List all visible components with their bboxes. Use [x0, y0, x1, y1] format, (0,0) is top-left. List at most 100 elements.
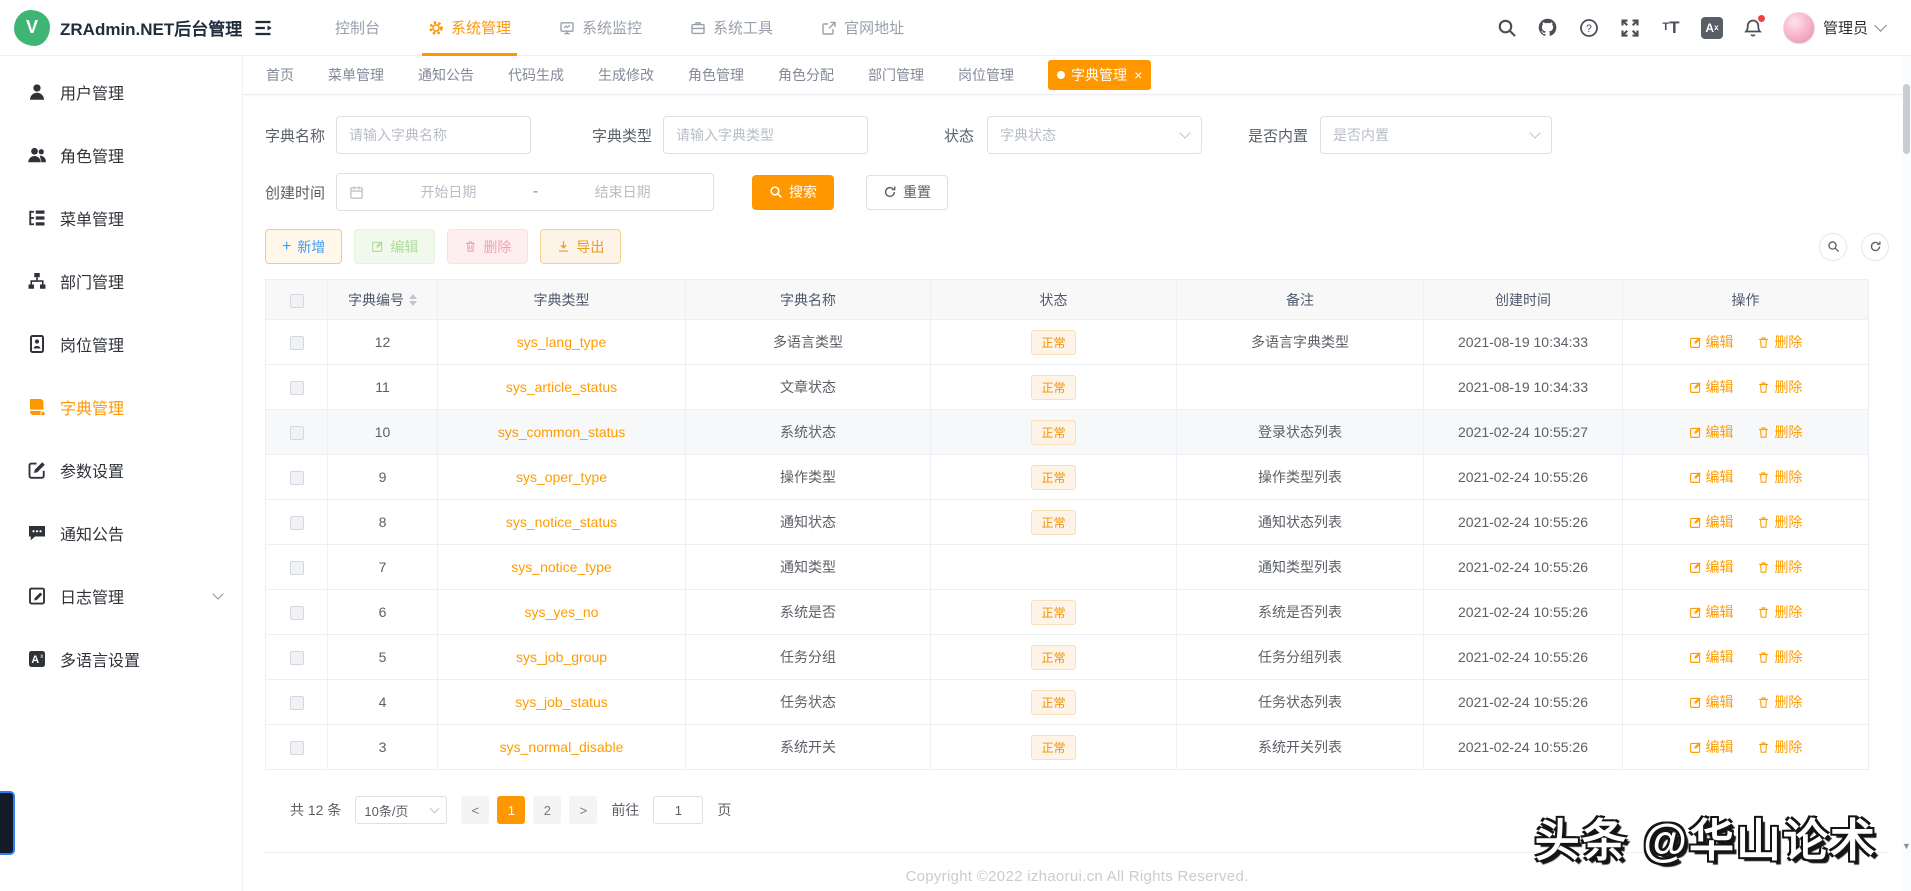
delete-link[interactable]: 删除: [1757, 422, 1802, 442]
delete-link[interactable]: 删除: [1757, 602, 1802, 622]
row-checkbox[interactable]: [289, 651, 304, 666]
tab[interactable]: 角色管理 ×: [688, 65, 744, 85]
edit-link[interactable]: 编辑: [1689, 467, 1734, 487]
sidebar-item-logs[interactable]: 日志管理: [0, 564, 242, 627]
edit-link[interactable]: 编辑: [1689, 557, 1734, 577]
edit-link[interactable]: 编辑: [1689, 512, 1734, 532]
row-checkbox[interactable]: [289, 471, 304, 486]
delete-link[interactable]: 删除: [1757, 557, 1802, 577]
sidebar-item-users[interactable]: 用户管理: [0, 60, 242, 123]
reset-button[interactable]: 重置: [866, 174, 949, 210]
page-button-2[interactable]: 2: [533, 796, 562, 824]
edit-link[interactable]: 编辑: [1689, 602, 1734, 622]
sidebar-item-languages[interactable]: Ax 多语言设置: [0, 627, 242, 690]
tab[interactable]: 部门管理 ×: [868, 65, 924, 85]
sidebar-collapse-button[interactable]: [243, 0, 283, 56]
nav-item-system-monitor[interactable]: 系统监控: [535, 0, 666, 56]
tab[interactable]: 字典管理 ×: [1048, 60, 1152, 90]
delete-link[interactable]: 删除: [1757, 647, 1802, 667]
search-button[interactable]: 搜索: [752, 174, 835, 210]
delete-link[interactable]: 删除: [1757, 377, 1802, 397]
sidebar-item-departments[interactable]: 部门管理: [0, 249, 242, 312]
fullscreen-icon[interactable]: [1619, 17, 1641, 39]
dict-type-link[interactable]: sys_notice_status: [506, 514, 617, 530]
nav-item-official-site[interactable]: 官网地址: [797, 0, 928, 56]
dict-name-input[interactable]: [336, 116, 532, 154]
sidebar-item-notices[interactable]: 通知公告: [0, 501, 242, 564]
builtin-select[interactable]: 是否内置: [1320, 116, 1553, 154]
export-button[interactable]: 导出: [540, 229, 622, 264]
tab[interactable]: 菜单管理 ×: [328, 65, 384, 85]
dict-type-link[interactable]: sys_notice_type: [511, 559, 611, 575]
bell-icon[interactable]: [1742, 14, 1765, 39]
tab[interactable]: 角色分配 ×: [778, 65, 834, 85]
delete-link[interactable]: 删除: [1757, 512, 1802, 532]
date-range-picker[interactable]: 开始日期 - 结束日期: [336, 173, 715, 211]
dict-type-link[interactable]: sys_job_status: [515, 694, 608, 710]
sidebar-item-parameters[interactable]: 参数设置: [0, 438, 242, 501]
language-icon[interactable]: Ax: [1700, 16, 1723, 39]
sidebar-item-roles[interactable]: 角色管理: [0, 123, 242, 186]
row-checkbox[interactable]: [289, 426, 304, 441]
delete-link[interactable]: 删除: [1757, 692, 1802, 712]
dict-type-link[interactable]: sys_lang_type: [517, 334, 607, 350]
delete-button[interactable]: 删除: [447, 229, 529, 264]
sort-icons[interactable]: [409, 293, 417, 306]
next-page-button[interactable]: >: [569, 796, 598, 824]
github-icon[interactable]: [1537, 17, 1559, 39]
dict-type-link[interactable]: sys_job_group: [516, 649, 607, 665]
delete-link[interactable]: 删除: [1757, 467, 1802, 487]
edit-link[interactable]: 编辑: [1689, 647, 1734, 667]
goto-page-input[interactable]: [653, 796, 704, 824]
scrollbar-track[interactable]: ▼: [1902, 56, 1911, 891]
row-checkbox[interactable]: [289, 381, 304, 396]
prev-page-button[interactable]: <: [461, 796, 490, 824]
refresh-table-button[interactable]: [1861, 232, 1889, 261]
dict-type-input[interactable]: [663, 116, 869, 154]
tab[interactable]: 首页 ×: [266, 65, 294, 85]
dict-type-link[interactable]: sys_normal_disable: [500, 739, 624, 755]
dict-type-link[interactable]: sys_common_status: [498, 424, 626, 440]
tab[interactable]: 代码生成 ×: [508, 65, 564, 85]
row-checkbox[interactable]: [289, 516, 304, 531]
edit-link[interactable]: 编辑: [1689, 332, 1734, 352]
sidebar-item-menus[interactable]: 菜单管理: [0, 186, 242, 249]
scrollbar-down-arrow[interactable]: ▼: [1902, 841, 1911, 851]
nav-item-system-tools[interactable]: 系统工具: [666, 0, 797, 56]
search-icon[interactable]: [1496, 17, 1518, 39]
dict-type-link[interactable]: sys_oper_type: [516, 469, 607, 485]
delete-link[interactable]: 删除: [1757, 737, 1802, 757]
user-menu[interactable]: 管理员: [1782, 11, 1887, 44]
nav-item-console[interactable]: 控制台: [311, 0, 404, 56]
select-all-checkbox[interactable]: [289, 293, 304, 308]
sidebar-item-dictionaries[interactable]: 字典管理: [0, 375, 242, 438]
date-start-input[interactable]: 开始日期: [370, 182, 527, 202]
page-button-1[interactable]: 1: [497, 796, 526, 824]
row-checkbox[interactable]: [289, 741, 304, 756]
font-size-icon[interactable]: TT: [1660, 17, 1682, 39]
row-checkbox[interactable]: [289, 561, 304, 576]
edit-link[interactable]: 编辑: [1689, 422, 1734, 442]
tab[interactable]: 通知公告 ×: [418, 65, 474, 85]
date-end-input[interactable]: 结束日期: [544, 182, 701, 202]
edit-button[interactable]: 编辑: [354, 229, 436, 264]
nav-item-system-management[interactable]: 系统管理: [404, 0, 535, 56]
add-button[interactable]: + 新增: [265, 229, 343, 264]
page-size-select[interactable]: 10条/页: [355, 796, 448, 824]
edit-link[interactable]: 编辑: [1689, 737, 1734, 757]
row-checkbox[interactable]: [289, 606, 304, 621]
help-icon[interactable]: ?: [1578, 17, 1600, 39]
scrollbar-thumb[interactable]: [1903, 84, 1910, 154]
edit-link[interactable]: 编辑: [1689, 692, 1734, 712]
toggle-search-button[interactable]: [1819, 232, 1847, 261]
delete-link[interactable]: 删除: [1757, 332, 1802, 352]
close-icon[interactable]: ×: [1134, 68, 1142, 82]
edit-link[interactable]: 编辑: [1689, 377, 1734, 397]
dict-type-link[interactable]: sys_yes_no: [525, 604, 599, 620]
row-checkbox[interactable]: [289, 336, 304, 351]
tab[interactable]: 生成修改 ×: [598, 65, 654, 85]
dict-type-link[interactable]: sys_article_status: [506, 379, 617, 395]
sidebar-item-posts[interactable]: 岗位管理: [0, 312, 242, 375]
status-select[interactable]: 字典状态: [987, 116, 1203, 154]
tab[interactable]: 岗位管理 ×: [958, 65, 1014, 85]
